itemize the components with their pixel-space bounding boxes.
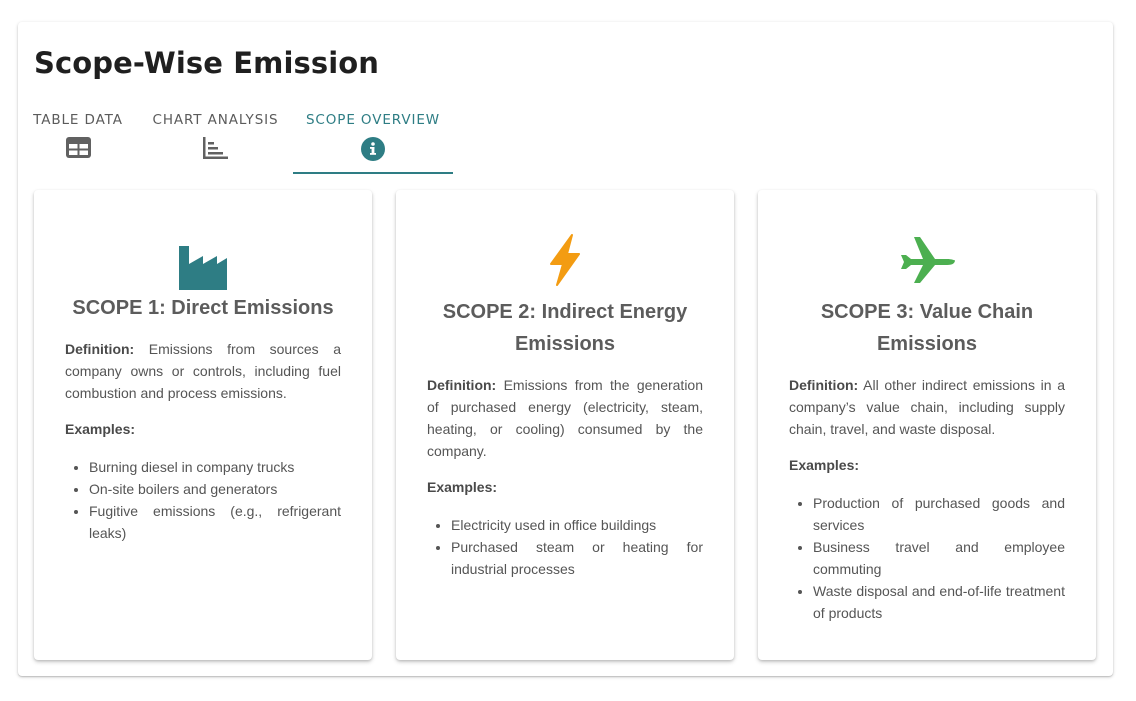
examples-list: Production of purchased goods and servic… — [789, 492, 1065, 624]
info-icon — [361, 137, 385, 165]
list-item: Electricity used in office buildings — [451, 514, 703, 536]
list-item: Fugitive emissions (e.g., refrigerant le… — [89, 500, 341, 544]
tab-scope-overview[interactable]: SCOPE OVERVIEW — [293, 106, 453, 174]
definition-label: Definition: — [427, 377, 497, 393]
definition-label: Definition: — [65, 341, 135, 357]
card-definition: Definition: Emissions from the generatio… — [427, 374, 703, 462]
tab-chart-analysis[interactable]: CHART ANALYSIS — [153, 106, 278, 174]
list-item: Burning diesel in company trucks — [89, 456, 341, 478]
tab-label: CHART ANALYSIS — [152, 112, 279, 128]
examples-list: Burning diesel in company trucks On-site… — [65, 456, 341, 544]
page-title: Scope-Wise Emission — [34, 46, 380, 80]
tab-label: SCOPE OVERVIEW — [305, 112, 441, 128]
bar-chart-icon — [203, 137, 228, 163]
list-item: Production of purchased goods and servic… — [813, 492, 1065, 536]
tab-label: TABLE DATA — [33, 112, 123, 128]
card-title: SCOPE 3: Value Chain Emissions — [820, 301, 1034, 355]
examples-label: Examples: — [427, 479, 498, 495]
scope-2-card: SCOPE 2: Indirect Energy Emissions Defin… — [396, 190, 734, 660]
table-icon — [65, 137, 91, 162]
scope-3-card: SCOPE 3: Value Chain Emissions Definitio… — [758, 190, 1096, 660]
scope-1-card: SCOPE 1: Direct Emissions Definition: Em… — [34, 190, 372, 660]
examples-label: Examples: — [789, 457, 860, 473]
factory-icon — [65, 244, 341, 290]
examples-label: Examples: — [65, 421, 136, 437]
list-item: Business travel and employee commuting — [813, 536, 1065, 580]
card-definition: Definition: All other indirect emissions… — [789, 374, 1065, 440]
list-item: On-site boilers and generators — [89, 478, 341, 500]
lightning-bolt-icon — [427, 234, 703, 286]
list-item: Purchased steam or heating for industria… — [451, 536, 703, 580]
card-title: SCOPE 1: Direct Emissions — [72, 297, 334, 319]
examples-list: Electricity used in office buildings Pur… — [427, 514, 703, 580]
card-definition: Definition: Emissions from sources a com… — [65, 338, 341, 404]
definition-label: Definition: — [789, 377, 859, 393]
scope-wise-emission-panel: Scope-Wise Emission TABLE DATA CHART ANA… — [18, 22, 1113, 676]
active-tab-indicator — [293, 172, 453, 174]
tab-table-data[interactable]: TABLE DATA — [33, 106, 123, 174]
airplane-icon — [789, 234, 1065, 286]
list-item: Waste disposal and end-of-life treatment… — [813, 580, 1065, 624]
card-title: SCOPE 2: Indirect Energy Emissions — [442, 301, 688, 355]
